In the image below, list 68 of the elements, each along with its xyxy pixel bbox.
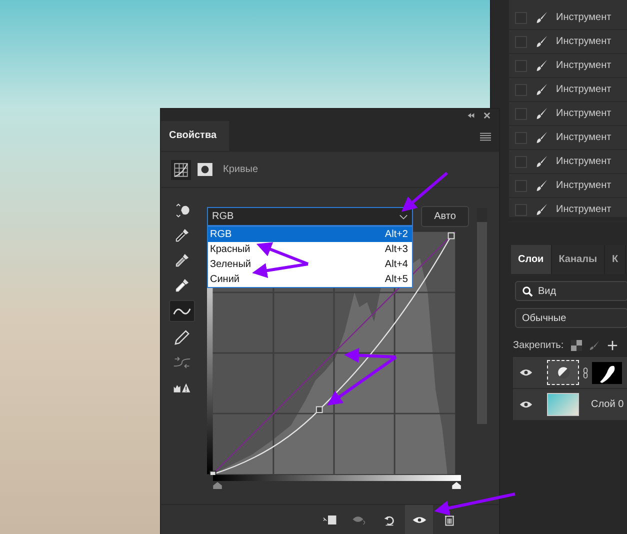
channel-dropdown[interactable]: RGB (207, 207, 413, 226)
brush-icon (535, 35, 548, 48)
search-icon (522, 286, 533, 296)
brush-icon (535, 131, 548, 144)
scrollbar[interactable] (477, 208, 487, 424)
eye-icon[interactable] (519, 368, 533, 377)
history-item[interactable]: Инструмент (556, 36, 612, 47)
control-point[interactable] (209, 470, 216, 475)
blend-mode-dropdown[interactable]: Обычные (515, 308, 627, 328)
clip-to-layer-icon (322, 514, 336, 526)
filter-field[interactable]: Вид (515, 281, 627, 301)
pencil-icon (173, 330, 191, 344)
panel-tab[interactable]: Свойства (161, 121, 229, 151)
history-item[interactable]: Инструмент (556, 180, 612, 191)
history-item[interactable]: Инструмент (556, 60, 612, 71)
brush-icon (535, 203, 548, 216)
annotation-arrow (401, 172, 448, 212)
brush-icon (535, 83, 548, 96)
lock-label: Закрепить: (513, 340, 564, 351)
brush-icon (535, 11, 548, 24)
half-circle-icon (556, 366, 570, 379)
eyedropper-icon (173, 228, 191, 242)
mask-thumbnail[interactable] (592, 362, 622, 384)
input-slider[interactable] (213, 482, 222, 489)
history-item[interactable]: Инструмент (556, 12, 612, 23)
input-slider[interactable] (452, 482, 461, 489)
panel-tab[interactable]: Слои (511, 245, 552, 274)
curves-icon (171, 160, 191, 180)
close-icon[interactable] (483, 112, 491, 118)
smooth-icon (173, 354, 191, 370)
eye-icon[interactable] (519, 400, 533, 409)
auto-button[interactable]: Авто (421, 206, 469, 227)
menu-icon[interactable] (480, 132, 491, 140)
checker-icon[interactable] (570, 340, 582, 351)
menu-item[interactable]: Синий Alt+5 (208, 272, 412, 287)
menu-item[interactable]: Красный Alt+3 (208, 242, 412, 257)
eye-icon (412, 514, 426, 526)
brush-icon (535, 155, 548, 168)
menu-item[interactable]: Зеленый Alt+4 (208, 257, 412, 272)
brush-icon (535, 107, 548, 120)
brush-icon[interactable] (588, 340, 600, 351)
input-gradient-slider[interactable] (213, 475, 461, 490)
annotation-arrow (327, 348, 397, 406)
chain-icon[interactable] (583, 366, 588, 378)
history-item[interactable]: Инструмент (556, 84, 612, 95)
curve-tool-button[interactable] (169, 300, 195, 322)
eyedropper-icon (173, 252, 191, 268)
adjustment-name: Кривые (223, 164, 258, 175)
caret-icon (399, 214, 408, 220)
eye-cycle-icon (352, 514, 366, 526)
reset-icon (382, 514, 396, 526)
footer-button[interactable] (405, 505, 433, 534)
move-icon[interactable] (606, 340, 618, 351)
layer-name[interactable]: Слой 0 (591, 399, 624, 410)
eyedropper-icon (173, 278, 191, 292)
history-item[interactable]: Инструмент (556, 204, 612, 215)
adjustment-thumbnail[interactable] (547, 360, 579, 385)
menu-item[interactable]: RGB Alt+2 (208, 227, 412, 242)
brush-icon (535, 179, 548, 192)
brush-icon (535, 59, 548, 72)
annotation-arrow (252, 242, 309, 278)
history-item[interactable]: Инструмент (556, 108, 612, 119)
collapse-icon[interactable] (467, 112, 475, 118)
history-item[interactable]: Инструмент (556, 132, 612, 143)
checkbox[interactable] (515, 204, 527, 216)
image-thumbnail[interactable] (547, 393, 579, 416)
history-item[interactable]: Инструмент (556, 156, 612, 167)
mask-icon (197, 163, 213, 176)
